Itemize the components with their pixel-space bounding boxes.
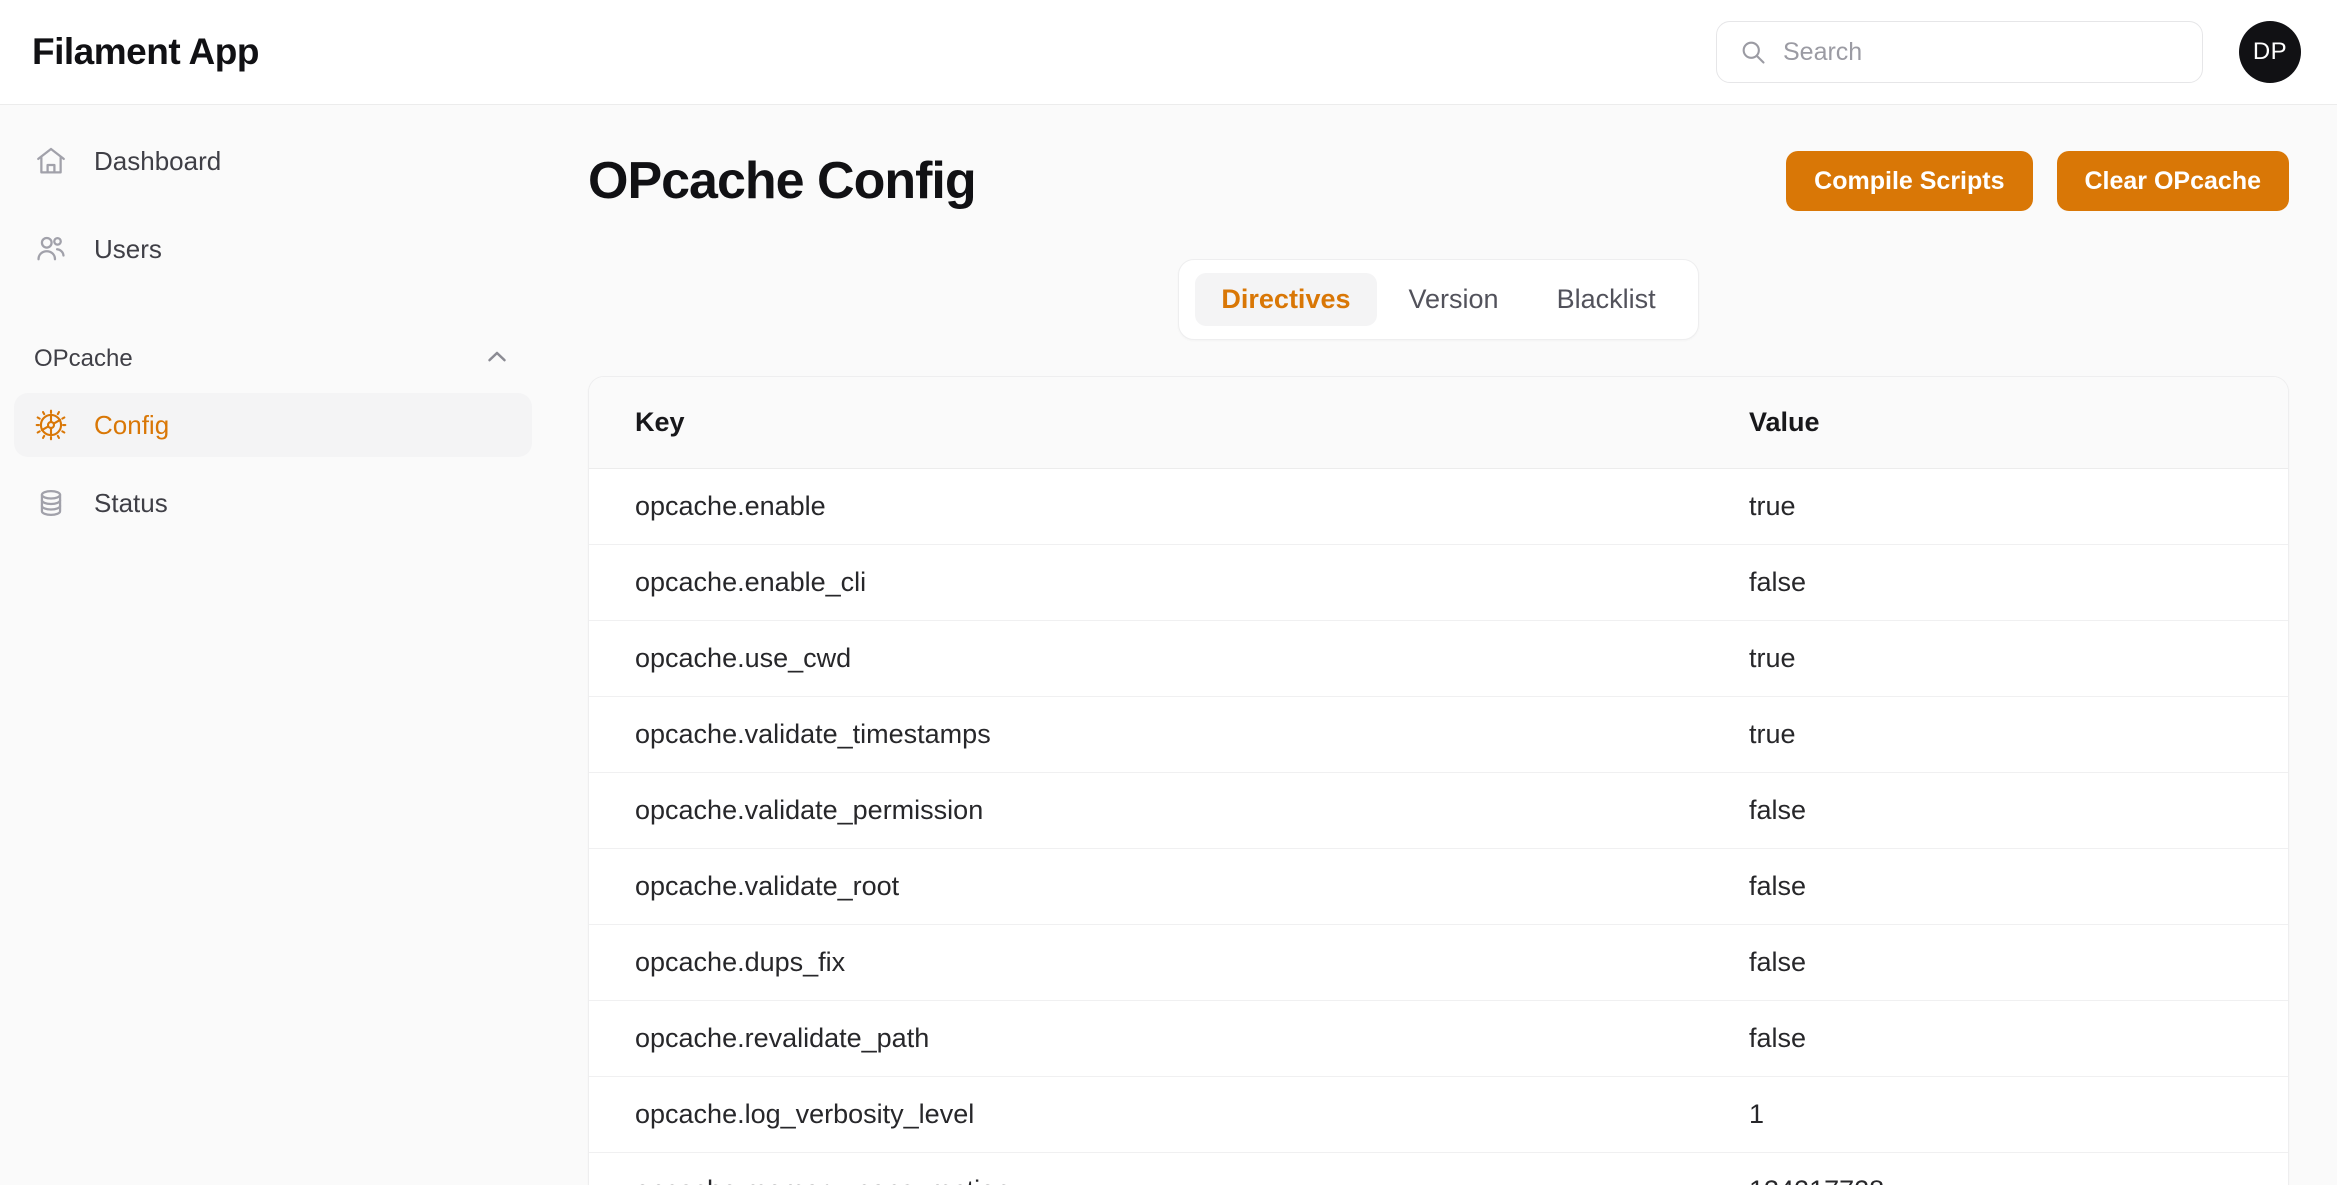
table-row: opcache.dups_fix false — [589, 924, 2288, 1001]
cell-key: opcache.validate_timestamps — [589, 696, 1749, 773]
sidebar-item-label: Users — [94, 233, 162, 264]
sidebar-item-dashboard[interactable]: Dashboard — [14, 129, 532, 193]
cell-value: 1 — [1749, 1076, 2288, 1153]
page-actions: Compile Scripts Clear OPcache — [1786, 151, 2289, 211]
search-input[interactable] — [1783, 22, 2180, 82]
sidebar-item-label: Status — [94, 487, 168, 518]
table-row: opcache.validate_permission false — [589, 772, 2288, 849]
table-row: opcache.enable true — [589, 468, 2288, 545]
cell-value: 134217728 — [1749, 1153, 2288, 1185]
tab-blacklist[interactable]: Blacklist — [1531, 273, 1682, 326]
directives-table: Key Value opcache.enable true opcache.en… — [589, 377, 2288, 1185]
home-icon — [34, 144, 68, 178]
cell-key: opcache.enable_cli — [589, 544, 1749, 621]
topbar: Filament App DP — [0, 0, 2337, 105]
column-header-value[interactable]: Value — [1749, 377, 2288, 469]
table-row: opcache.validate_timestamps true — [589, 696, 2288, 773]
cell-key: opcache.dups_fix — [589, 924, 1749, 1001]
search-icon — [1739, 38, 1767, 66]
table-row: opcache.enable_cli false — [589, 544, 2288, 621]
table-body: opcache.enable true opcache.enable_cli f… — [589, 468, 2288, 1185]
cell-value: true — [1749, 696, 2288, 773]
table-header-row: Key Value — [589, 377, 2288, 469]
cell-value: true — [1749, 620, 2288, 697]
table-row: opcache.revalidate_path false — [589, 1000, 2288, 1077]
cell-value: false — [1749, 1000, 2288, 1077]
tab-version[interactable]: Version — [1383, 273, 1525, 326]
tabs-row: Directives Version Blacklist — [588, 259, 2289, 340]
table-row: opcache.log_verbosity_level 1 — [589, 1076, 2288, 1153]
table-head: Key Value — [589, 377, 2288, 469]
table-row: opcache.use_cwd true — [589, 620, 2288, 697]
cell-key: opcache.revalidate_path — [589, 1000, 1749, 1077]
sidebar-item-label: Config — [94, 409, 170, 440]
sidebar: Dashboard Users OPcache Config Status — [0, 105, 560, 1185]
cell-key: opcache.enable — [589, 468, 1749, 545]
app-brand-title: Filament App — [32, 31, 259, 72]
directives-table-card: Key Value opcache.enable true opcache.en… — [588, 376, 2289, 1185]
cell-key: opcache.validate_root — [589, 848, 1749, 925]
cell-value: false — [1749, 848, 2288, 925]
column-header-key[interactable]: Key — [589, 377, 1749, 469]
compile-scripts-button[interactable]: Compile Scripts — [1786, 151, 2033, 211]
user-avatar[interactable]: DP — [2239, 21, 2301, 83]
global-search[interactable] — [1716, 21, 2203, 83]
main-content: OPcache Config Compile Scripts Clear OPc… — [560, 105, 2337, 1185]
cell-value: true — [1749, 468, 2288, 545]
tab-group: Directives Version Blacklist — [1178, 259, 1699, 340]
sidebar-item-label: Dashboard — [94, 145, 222, 176]
table-row: opcache.validate_root false — [589, 848, 2288, 925]
cell-key: opcache.memory_consumption — [589, 1153, 1749, 1185]
sidebar-item-users[interactable]: Users — [14, 217, 532, 281]
page-title: OPcache Config — [588, 152, 977, 210]
cell-value: false — [1749, 544, 2288, 621]
tab-directives[interactable]: Directives — [1195, 273, 1377, 326]
cell-key: opcache.use_cwd — [589, 620, 1749, 697]
cell-value: false — [1749, 924, 2288, 1001]
page-header: OPcache Config Compile Scripts Clear OPc… — [588, 129, 2289, 211]
database-icon — [34, 486, 68, 520]
cell-key: opcache.log_verbosity_level — [589, 1076, 1749, 1153]
sidebar-group-title: OPcache — [34, 345, 133, 372]
cell-key: opcache.validate_permission — [589, 772, 1749, 849]
users-icon — [34, 232, 68, 266]
cell-value: false — [1749, 772, 2288, 849]
chevron-up-icon[interactable] — [482, 342, 512, 377]
app-shell: Dashboard Users OPcache Config Status OP… — [0, 105, 2337, 1185]
sidebar-group-opcache-items: Config Status — [14, 393, 532, 535]
sidebar-item-status[interactable]: Status — [14, 471, 532, 535]
clear-opcache-button[interactable]: Clear OPcache — [2056, 151, 2289, 211]
table-row: opcache.memory_consumption 134217728 — [589, 1153, 2288, 1185]
cog-icon — [34, 408, 68, 442]
sidebar-group-opcache-header[interactable]: OPcache — [14, 339, 532, 379]
sidebar-item-config[interactable]: Config — [14, 393, 532, 457]
